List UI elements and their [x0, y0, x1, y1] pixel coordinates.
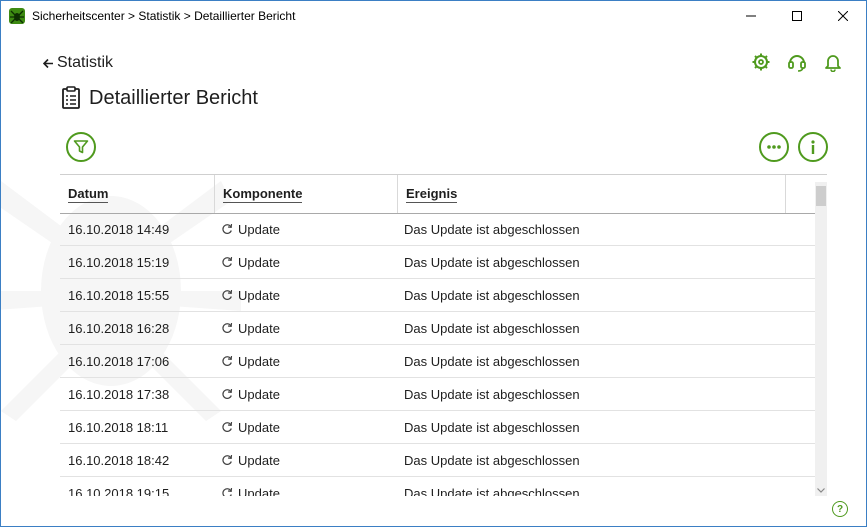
table-row[interactable]: 16.10.2018 14:49 Update Das Update ist a… [60, 213, 815, 246]
event-cell: Das Update ist abgeschlossen [404, 320, 580, 336]
component-cell: Update [221, 345, 280, 377]
table-row[interactable]: 16.10.2018 17:38 Update Das Update ist a… [60, 378, 815, 411]
arrow-left-icon [43, 58, 53, 68]
table-row[interactable]: 16.10.2018 15:19 Update Das Update ist a… [60, 246, 815, 279]
refresh-icon [222, 322, 233, 333]
refresh-icon [222, 421, 233, 432]
filter-icon [73, 140, 89, 154]
title-bar: Sicherheitscenter > Statistik > Detailli… [1, 1, 866, 31]
chevron-down-icon [817, 487, 825, 493]
component-cell: Update [221, 411, 280, 443]
column-header-event[interactable]: Ereignis [406, 175, 458, 213]
scroll-down-button[interactable] [815, 484, 827, 496]
refresh-icon [222, 388, 233, 399]
headset-icon[interactable] [787, 52, 807, 72]
date-cell: 16.10.2018 17:38 [68, 386, 170, 402]
date-cell: 16.10.2018 17:06 [68, 353, 170, 369]
event-cell: Das Update ist abgeschlossen [404, 221, 580, 237]
event-cell: Das Update ist abgeschlossen [404, 452, 580, 468]
back-link[interactable]: Statistik [43, 54, 113, 72]
event-cell: Das Update ist abgeschlossen [404, 254, 580, 270]
maximize-icon [792, 11, 802, 21]
date-cell: 16.10.2018 18:11 [68, 419, 169, 435]
component-cell: Update [221, 477, 280, 496]
report-table: Datum Komponente Ereignis 16.10.2018 14:… [60, 174, 827, 496]
column-divider[interactable] [214, 175, 215, 213]
column-divider[interactable] [785, 175, 786, 213]
date-cell: 16.10.2018 14:49 [68, 221, 170, 237]
date-cell: 16.10.2018 19:15 [68, 485, 170, 497]
component-cell: Update [221, 378, 280, 410]
maximize-button[interactable] [774, 1, 820, 31]
event-cell: Das Update ist abgeschlossen [404, 386, 580, 402]
component-cell: Update [221, 444, 280, 476]
date-cell: 16.10.2018 16:28 [68, 320, 170, 336]
window-title: Sicherheitscenter > Statistik > Detailli… [32, 9, 296, 23]
gear-icon[interactable] [751, 52, 771, 72]
drweb-spider-icon [9, 8, 25, 24]
refresh-icon [222, 223, 233, 234]
date-cell: 16.10.2018 15:55 [68, 287, 170, 303]
back-label: Statistik [57, 54, 114, 71]
filter-button[interactable] [66, 132, 96, 162]
help-icon[interactable]: ? [832, 501, 848, 517]
event-cell: Das Update ist abgeschlossen [404, 419, 580, 435]
info-button[interactable] [798, 132, 828, 162]
table-row[interactable]: 16.10.2018 18:11 Update Das Update ist a… [60, 411, 815, 444]
table-row[interactable]: 16.10.2018 19:15 Update Das Update ist a… [60, 477, 815, 496]
table-row[interactable]: 16.10.2018 18:42 Update Das Update ist a… [60, 444, 815, 477]
close-icon [838, 11, 848, 21]
page-header: Detaillierter Bericht [61, 86, 258, 110]
date-cell: 16.10.2018 18:42 [68, 452, 170, 468]
column-divider[interactable] [397, 175, 398, 213]
vertical-scrollbar[interactable] [815, 182, 827, 496]
event-cell: Das Update ist abgeschlossen [404, 485, 580, 497]
event-cell: Das Update ist abgeschlossen [404, 287, 580, 303]
table-row[interactable]: 16.10.2018 16:28 Update Das Update ist a… [60, 312, 815, 345]
component-cell: Update [221, 213, 280, 245]
bell-icon[interactable] [823, 52, 843, 72]
table-row[interactable]: 16.10.2018 15:55 Update Das Update ist a… [60, 279, 815, 312]
event-cell: Das Update ist abgeschlossen [404, 353, 580, 369]
column-header-date[interactable]: Datum [68, 175, 109, 213]
refresh-icon [222, 355, 233, 366]
scrollbar-thumb[interactable] [816, 186, 826, 206]
app-window: Sicherheitscenter > Statistik > Detailli… [0, 0, 867, 527]
component-cell: Update [221, 279, 280, 311]
refresh-icon [222, 289, 233, 300]
refresh-icon [222, 487, 233, 496]
column-header-component[interactable]: Komponente [223, 175, 303, 213]
date-cell: 16.10.2018 15:19 [68, 254, 170, 270]
table-header: Datum Komponente Ereignis [60, 174, 827, 214]
info-icon [811, 140, 815, 154]
more-options-icon [767, 145, 781, 149]
component-cell: Update [221, 246, 280, 278]
page-title: Detaillierter Bericht [89, 86, 258, 109]
more-options-button[interactable] [759, 132, 789, 162]
close-button[interactable] [820, 1, 866, 31]
minimize-icon [746, 15, 756, 17]
table-body: 16.10.2018 14:49 Update Das Update ist a… [60, 213, 815, 496]
component-cell: Update [221, 312, 280, 344]
clipboard-icon [62, 86, 80, 109]
table-row[interactable]: 16.10.2018 17:06 Update Das Update ist a… [60, 345, 815, 378]
refresh-icon [222, 256, 233, 267]
refresh-icon [222, 454, 233, 465]
minimize-button[interactable] [728, 1, 774, 31]
